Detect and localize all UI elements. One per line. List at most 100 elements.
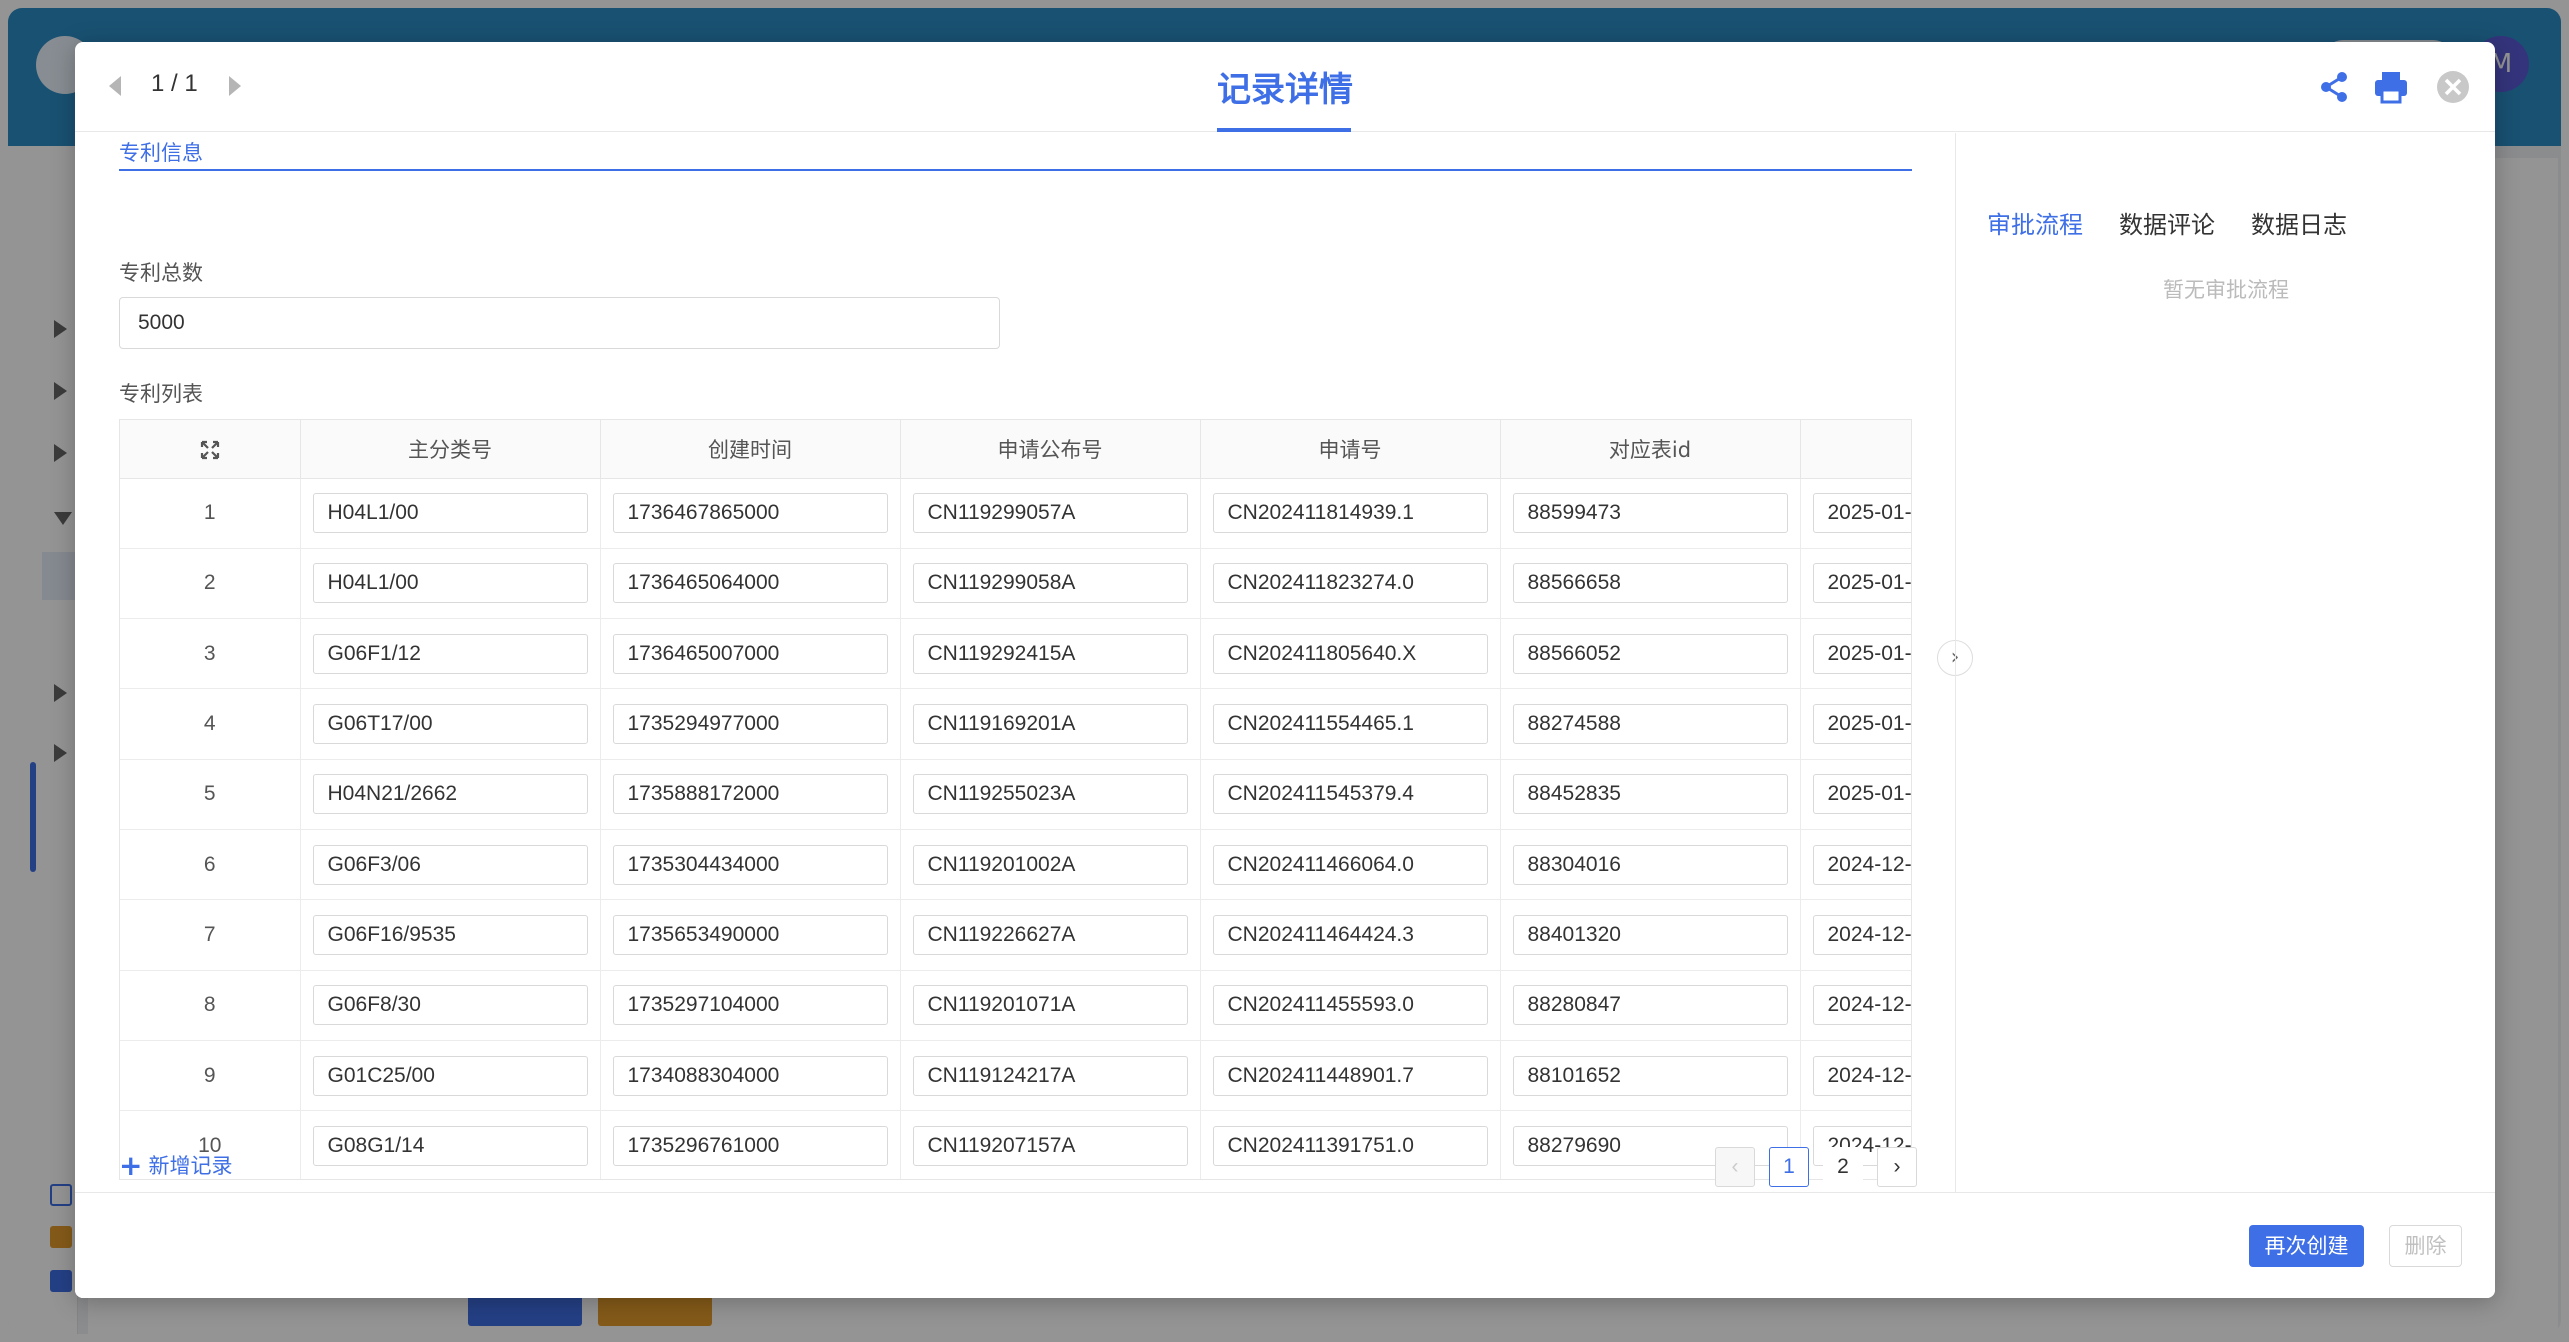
prev-record-icon[interactable]	[109, 76, 121, 96]
section-divider	[119, 169, 1912, 171]
section-title[interactable]: 专利信息	[119, 137, 203, 167]
cell-app-input[interactable]: CN202411455593.0	[1212, 985, 1488, 1026]
page-1-button[interactable]: 1	[1769, 1147, 1809, 1187]
column-header: 申请号	[1200, 420, 1501, 479]
close-icon[interactable]	[2434, 68, 2472, 106]
total-field[interactable]: 5000	[119, 297, 1000, 349]
next-record-icon[interactable]	[229, 76, 241, 96]
recreate-button[interactable]: 再次创建	[2249, 1225, 2364, 1267]
cell-date-input[interactable]: 2025-01-07	[1812, 774, 1911, 815]
table-cell: CN119201002A	[900, 829, 1201, 901]
share-icon[interactable]	[2315, 68, 2353, 106]
print-icon[interactable]	[2372, 68, 2410, 106]
table-cell: 88101652	[1500, 1040, 1801, 1112]
cell-tid-input[interactable]: 88274588	[1512, 704, 1788, 745]
cell-date-input[interactable]: 2025-01-10	[1812, 633, 1911, 674]
cell-created-input[interactable]: 1735304434000	[612, 844, 888, 885]
record-detail-modal: 1 / 1 记录详情 专利信息 专利总数 5000 专利列表 主分类号 创建时间…	[75, 42, 2495, 1298]
cell-tid-input[interactable]: 88599473	[1512, 493, 1788, 534]
cell-tid-input[interactable]: 88280847	[1512, 985, 1788, 1026]
cell-cls-input[interactable]: H04L1/00	[312, 493, 588, 534]
cell-app-input[interactable]: CN202411545379.4	[1212, 774, 1488, 815]
cell-cls-input[interactable]: G06F8/30	[312, 985, 588, 1026]
cell-date-input[interactable]: 2024-12-24	[1812, 844, 1911, 885]
cell-pub-input[interactable]: CN119207157A	[912, 1125, 1188, 1166]
empty-approval-text: 暂无审批流程	[2163, 278, 2289, 302]
cell-cls-input[interactable]: G06F16/9535	[312, 914, 588, 955]
tab-approval-flow[interactable]: 审批流程	[1987, 205, 2083, 240]
cell-pub-input[interactable]: CN119299058A	[912, 563, 1188, 604]
page-2-button[interactable]: 2	[1823, 1147, 1863, 1187]
cell-app-input[interactable]: CN202411448901.7	[1212, 1055, 1488, 1096]
tab-data-log[interactable]: 数据日志	[2251, 205, 2347, 240]
cell-app-input[interactable]: CN202411391751.0	[1212, 1125, 1488, 1166]
cell-created-input[interactable]: 1734088304000	[612, 1055, 888, 1096]
cell-tid-input[interactable]: 88401320	[1512, 914, 1788, 955]
table-cell: CN202411554465.1	[1200, 688, 1501, 760]
cell-date-input[interactable]: 2024-12-27	[1812, 914, 1911, 955]
cell-pub-input[interactable]: CN119201071A	[912, 985, 1188, 1026]
cell-created-input[interactable]: 1736465064000	[612, 563, 888, 604]
add-record-button[interactable]: + 新增记录	[119, 1149, 232, 1182]
tab-data-comments[interactable]: 数据评论	[2119, 205, 2215, 240]
cell-app-input[interactable]: CN202411554465.1	[1212, 704, 1488, 745]
cell-pub-input[interactable]: CN119124217A	[912, 1055, 1188, 1096]
cell-pub-input[interactable]: CN119201002A	[912, 844, 1188, 885]
expand-column-header[interactable]	[120, 420, 301, 479]
table-cell: CN119255023A	[900, 759, 1201, 830]
cell-app-input[interactable]: CN202411805640.X	[1212, 633, 1488, 674]
cell-created-input[interactable]: 1735297104000	[612, 985, 888, 1026]
table-cell: 1736465064000	[600, 548, 901, 620]
cell-tid-input[interactable]: 88566052	[1512, 633, 1788, 674]
cell-date-input[interactable]: 2025-01-10	[1812, 563, 1911, 604]
cell-pub-input[interactable]: CN119292415A	[912, 633, 1188, 674]
cell-created-input[interactable]: 1735653490000	[612, 914, 888, 955]
row-index: 8	[120, 970, 301, 1041]
table-cell: 1736467865000	[600, 478, 901, 549]
table-cell: 1735297104000	[600, 970, 901, 1041]
cell-cls-input[interactable]: H04N21/2662	[312, 774, 588, 815]
cell-app-input[interactable]: CN202411464424.3	[1212, 914, 1488, 955]
cell-date-input[interactable]: 2025-01-03	[1812, 704, 1911, 745]
cell-created-input[interactable]: 1735294977000	[612, 704, 888, 745]
cell-cls-input[interactable]: G06F1/12	[312, 633, 588, 674]
cell-app-input[interactable]: CN202411466064.0	[1212, 844, 1488, 885]
column-header: 申请公布号	[900, 420, 1201, 479]
table-row: 2 H04L1/00 1736465064000 CN119299058A CN2024…	[120, 548, 1911, 620]
cell-pub-input[interactable]: CN119299057A	[912, 493, 1188, 534]
cell-date-input[interactable]: 2024-12-13	[1812, 1055, 1911, 1096]
cell-tid-input[interactable]: 88566658	[1512, 563, 1788, 604]
cell-pub-input[interactable]: CN119169201A	[912, 704, 1188, 745]
table-cell: CN202411455593.0	[1200, 970, 1501, 1041]
table-cell: CN119299058A	[900, 548, 1201, 620]
table-cell: CN119226627A	[900, 899, 1201, 971]
row-index: 1	[120, 478, 301, 549]
cell-tid-input[interactable]: 88101652	[1512, 1055, 1788, 1096]
cell-cls-input[interactable]: G01C25/00	[312, 1055, 588, 1096]
cell-pub-input[interactable]: CN119255023A	[912, 774, 1188, 815]
cell-date-input[interactable]: 2025-01-10	[1812, 493, 1911, 534]
row-index: 6	[120, 829, 301, 901]
prev-page-icon[interactable]: ‹	[1715, 1147, 1755, 1187]
expand-icon[interactable]	[200, 440, 220, 460]
cell-created-input[interactable]: 1735888172000	[612, 774, 888, 815]
cell-pub-input[interactable]: CN119226627A	[912, 914, 1188, 955]
table-cell: 1734088304000	[600, 1040, 901, 1112]
cell-cls-input[interactable]: G08G1/14	[312, 1125, 588, 1166]
cell-date-input[interactable]: 2024-12-24	[1812, 985, 1911, 1026]
cell-cls-input[interactable]: G06T17/00	[312, 704, 588, 745]
cell-created-input[interactable]: 1736465007000	[612, 633, 888, 674]
cell-app-input[interactable]: CN202411823274.0	[1212, 563, 1488, 604]
table-row: 5 H04N21/2662 1735888172000 CN119255023A CN2…	[120, 759, 1911, 830]
cell-cls-input[interactable]: H04L1/00	[312, 563, 588, 604]
row-index: 2	[120, 548, 301, 620]
cell-tid-input[interactable]: 88304016	[1512, 844, 1788, 885]
cell-tid-input[interactable]: 88452835	[1512, 774, 1788, 815]
row-index: 9	[120, 1040, 301, 1112]
cell-created-input[interactable]: 1736467865000	[612, 493, 888, 534]
cell-app-input[interactable]: CN202411814939.1	[1212, 493, 1488, 534]
record-form-pane: 专利信息 专利总数 5000 专利列表 主分类号 创建时间 申请公布号 申请号 …	[75, 133, 1955, 1233]
cell-created-input[interactable]: 1735296761000	[612, 1125, 888, 1166]
cell-cls-input[interactable]: G06F3/06	[312, 844, 588, 885]
next-page-icon[interactable]: ›	[1877, 1147, 1917, 1187]
